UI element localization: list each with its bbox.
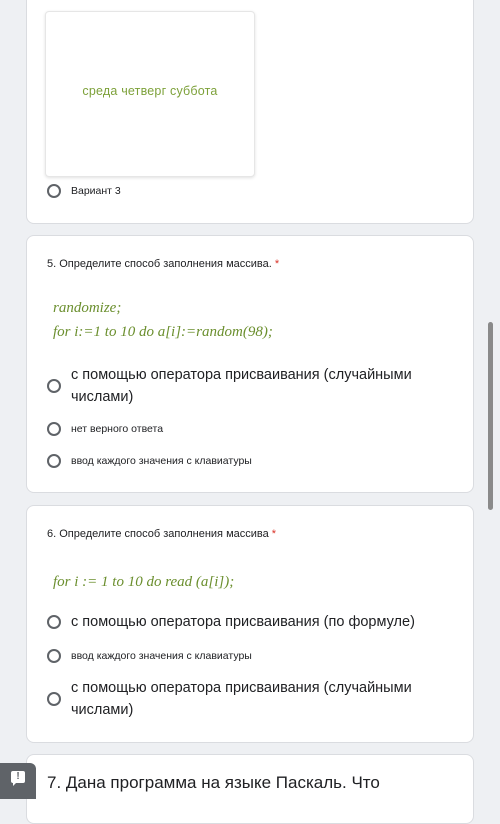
radio-q6-option-2[interactable]: [47, 649, 61, 663]
question-title-6: 6. Определите способ заполнения массива …: [47, 528, 276, 540]
radio-q5-option-2[interactable]: [47, 422, 61, 436]
option-label-q6-2: ввод каждого значения с клавиатуры: [71, 650, 252, 662]
option-label-variant-3: Вариант 3: [71, 185, 121, 197]
option-label-q5-1: с помощью оператора присваивания (случай…: [71, 367, 412, 405]
formula-q6: for i := 1 to 10 do read (a[i]);: [53, 574, 235, 590]
option-label-q5-3: ввод каждого значения с клавиатуры: [71, 455, 252, 467]
option-image: среда четверг суббота: [45, 11, 255, 177]
required-mark: *: [271, 528, 277, 540]
question-title-5-text: 5. Определите способ заполнения массива.: [47, 258, 272, 270]
report-feedback-button[interactable]: !: [0, 763, 36, 799]
formula-line-1: randomize;: [53, 300, 122, 316]
question-title-7: 7. Дана программа на языке Паскаль. Что: [47, 773, 380, 792]
radio-q5-option-1[interactable]: [47, 379, 61, 393]
radio-q5-option-3[interactable]: [47, 454, 61, 468]
radio-q6-option-1[interactable]: [47, 615, 61, 629]
option-image-days-text: среда четверг суббота: [82, 84, 218, 98]
question-card-previous: среда четверг суббота Вариант 3: [26, 0, 474, 224]
formula-line-2: for i:=1 to 10 do a[i]:=random(98);: [53, 324, 273, 340]
question-card-7: 7. Дана программа на языке Паскаль. Что: [26, 754, 474, 824]
option-label-q6-1: с помощью оператора присваивания (по фор…: [71, 614, 415, 630]
question-title-6-text: 6. Определите способ заполнения массива: [47, 528, 269, 540]
radio-q6-option-3[interactable]: [47, 692, 61, 706]
question-title-5: 5. Определите способ заполнения массива.…: [47, 258, 279, 270]
option-label-q6-3: с помощью оператора присваивания (случай…: [71, 680, 412, 718]
required-mark: *: [274, 258, 280, 270]
question-card-5: 5. Определите способ заполнения массива.…: [26, 235, 474, 493]
scrollbar-thumb[interactable]: [488, 322, 493, 510]
feedback-bubble-tail: [13, 782, 17, 786]
option-label-q5-2: нет верного ответа: [71, 423, 164, 435]
question-card-6: 6. Определите способ заполнения массива …: [26, 505, 474, 743]
radio-variant-3[interactable]: [47, 184, 61, 198]
